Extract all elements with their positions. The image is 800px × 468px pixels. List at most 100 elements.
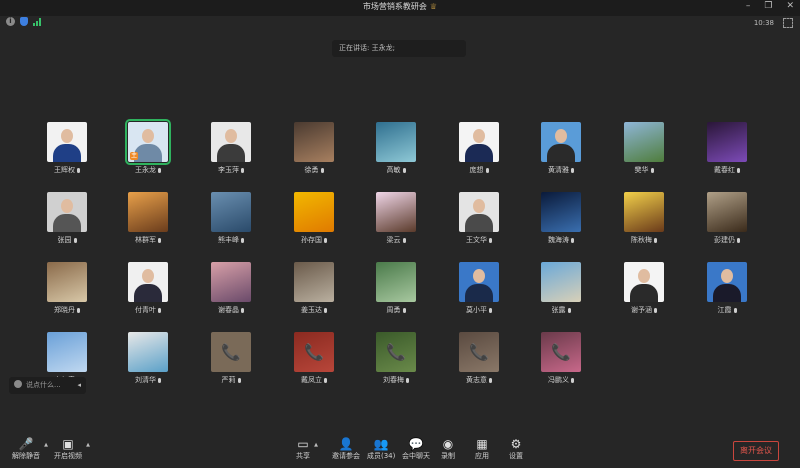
mic-icon — [402, 168, 406, 173]
participant-name: 李玉萍 — [218, 166, 239, 174]
participant-avatar — [624, 122, 664, 162]
avatar-head-shape — [473, 129, 485, 143]
apps-grid-icon: ▦ — [476, 437, 488, 451]
phone-participant-avatar: 📞 — [211, 332, 251, 372]
mic-icon — [489, 238, 492, 243]
phone-icon: 📞 — [386, 342, 406, 362]
audio-options-arrow[interactable]: ▲ — [44, 442, 48, 448]
participant-name-row: 庞想 — [449, 165, 509, 175]
participant-tile[interactable]: 熊丰峰 — [201, 192, 261, 245]
avatar-head-shape — [555, 129, 567, 143]
participant-tile[interactable]: 莫小平 — [449, 262, 509, 315]
participant-tile[interactable]: 林群军 — [118, 192, 178, 245]
participant-name-row: 王永龙 — [118, 165, 178, 175]
mic-icon — [733, 308, 737, 313]
participant-tile[interactable]: 📞 冯鹏义 — [531, 332, 591, 385]
chat-bubble-icon: 💬 — [408, 437, 424, 451]
participant-tile[interactable]: 张园 — [37, 192, 97, 245]
participant-tile[interactable]: 黄清雅 — [531, 122, 591, 175]
participant-tile[interactable]: 付青叶 — [118, 262, 178, 315]
network-signal-icon[interactable] — [33, 17, 41, 26]
unmute-button[interactable]: 🎤 解除静音 ▲ — [12, 438, 48, 461]
chat-input[interactable]: 说点什么... ◂ — [9, 377, 86, 394]
start-video-button[interactable]: ▣ 开启视频 ▲ — [54, 438, 90, 461]
participant-name: 王辉权 — [54, 166, 75, 174]
participant-tile[interactable]: 王文华 — [449, 192, 509, 245]
video-options-arrow[interactable]: ▲ — [86, 442, 90, 448]
mic-icon — [571, 238, 574, 243]
participant-tile[interactable]: 📞 严莉 — [201, 332, 261, 385]
mic-icon — [77, 308, 80, 313]
participant-tile[interactable]: 陈秋梅 — [614, 192, 674, 245]
apps-button[interactable]: ▦ 应用 — [475, 438, 489, 461]
participant-tile[interactable]: 谢春晶 — [201, 262, 261, 315]
invite-button[interactable]: 👤 邀请参会 — [332, 438, 360, 461]
emoji-icon[interactable] — [14, 380, 22, 388]
collapse-arrow-icon[interactable]: ◂ — [77, 377, 81, 394]
participant-tile[interactable]: 高敏 — [366, 122, 426, 175]
participant-tile[interactable]: 主王永龙 — [118, 119, 178, 175]
participant-tile[interactable]: 张露 — [531, 262, 591, 315]
fullscreen-icon[interactable] — [783, 18, 793, 28]
participant-tile[interactable]: 樊华 — [614, 122, 674, 175]
minimize-button[interactable]: – — [746, 1, 751, 11]
participant-tile[interactable]: 李玉萍 — [201, 122, 261, 175]
participant-name: 庞想 — [469, 166, 484, 174]
maximize-button[interactable]: ❐ — [764, 1, 772, 11]
participant-avatar — [211, 262, 251, 302]
participant-tile[interactable]: 徐勇 — [284, 122, 344, 175]
participant-tile[interactable]: 刘清华 — [118, 332, 178, 385]
participant-tile[interactable]: 谢予涵 — [614, 262, 674, 315]
in-meeting-chat-button[interactable]: 💬 会中聊天 — [402, 438, 430, 461]
share-options-arrow[interactable]: ▲ — [314, 442, 318, 448]
participant-tile[interactable]: 姜玉达 — [284, 262, 344, 315]
mic-icon — [402, 308, 406, 313]
participant-avatar — [376, 262, 416, 302]
participant-name: 林群军 — [135, 236, 156, 244]
meeting-clock: 10:38 — [753, 19, 774, 27]
participant-avatar — [707, 262, 747, 302]
participant-name: 戴春红 — [714, 166, 735, 174]
participant-name: 陈秋梅 — [631, 236, 652, 244]
participant-tile[interactable]: 孙存国 — [284, 192, 344, 245]
participant-avatar — [47, 262, 87, 302]
close-button[interactable]: ✕ — [786, 1, 794, 11]
participant-tile[interactable]: 📞 黄志意 — [449, 332, 509, 385]
security-shield-icon[interactable] — [20, 17, 28, 26]
participant-name-row: 熊丰峰 — [201, 235, 261, 245]
gear-icon: ⚙ — [510, 437, 522, 451]
avatar-body-shape — [465, 284, 493, 302]
window-title: 市场营销系教研会 ♕ — [362, 2, 438, 11]
participant-name-row: 刘春梅 — [366, 375, 426, 385]
participant-tile[interactable]: 周勇 — [366, 262, 426, 315]
record-button[interactable]: ◉ 录制 — [441, 438, 455, 461]
avatar-head-shape — [142, 129, 154, 143]
participant-name-row: 戴春红 — [697, 165, 757, 175]
participant-tile[interactable]: 郑晓丹 — [37, 262, 97, 315]
settings-button[interactable]: ⚙ 设置 — [509, 438, 523, 461]
participant-tile[interactable]: 王辉权 — [37, 122, 97, 175]
participant-name-row: 高敏 — [366, 165, 426, 175]
participant-tile[interactable]: 庞想 — [449, 122, 509, 175]
participant-tile[interactable]: 梁云 — [366, 192, 426, 245]
participant-avatar — [294, 122, 334, 162]
share-button[interactable]: ▭ 共享 ▲ — [296, 438, 318, 461]
participant-tile[interactable]: 魏海涛 — [531, 192, 591, 245]
participant-tile[interactable]: 戴春红 — [697, 122, 757, 175]
members-button[interactable]: 👥 成员(34) — [367, 438, 395, 461]
participant-tile[interactable]: 彭建仍 — [697, 192, 757, 245]
mic-icon — [73, 238, 77, 243]
participant-tile[interactable]: 📞 戴凤立 — [284, 332, 344, 385]
mic-icon — [489, 308, 492, 313]
participant-avatar — [128, 192, 168, 232]
participant-tile[interactable]: 📞 刘春梅 — [366, 332, 426, 385]
participant-name: 冯鹏义 — [548, 376, 569, 384]
participant-tile[interactable]: 江霞 — [697, 262, 757, 315]
mic-icon — [489, 378, 492, 383]
mic-icon — [324, 308, 327, 313]
participant-avatar — [376, 192, 416, 232]
participant-name: 莫小平 — [466, 306, 487, 314]
info-icon[interactable]: i — [6, 17, 15, 26]
participant-name-row: 王辉权 — [37, 165, 97, 175]
leave-meeting-button[interactable]: 离开会议 — [733, 441, 779, 461]
